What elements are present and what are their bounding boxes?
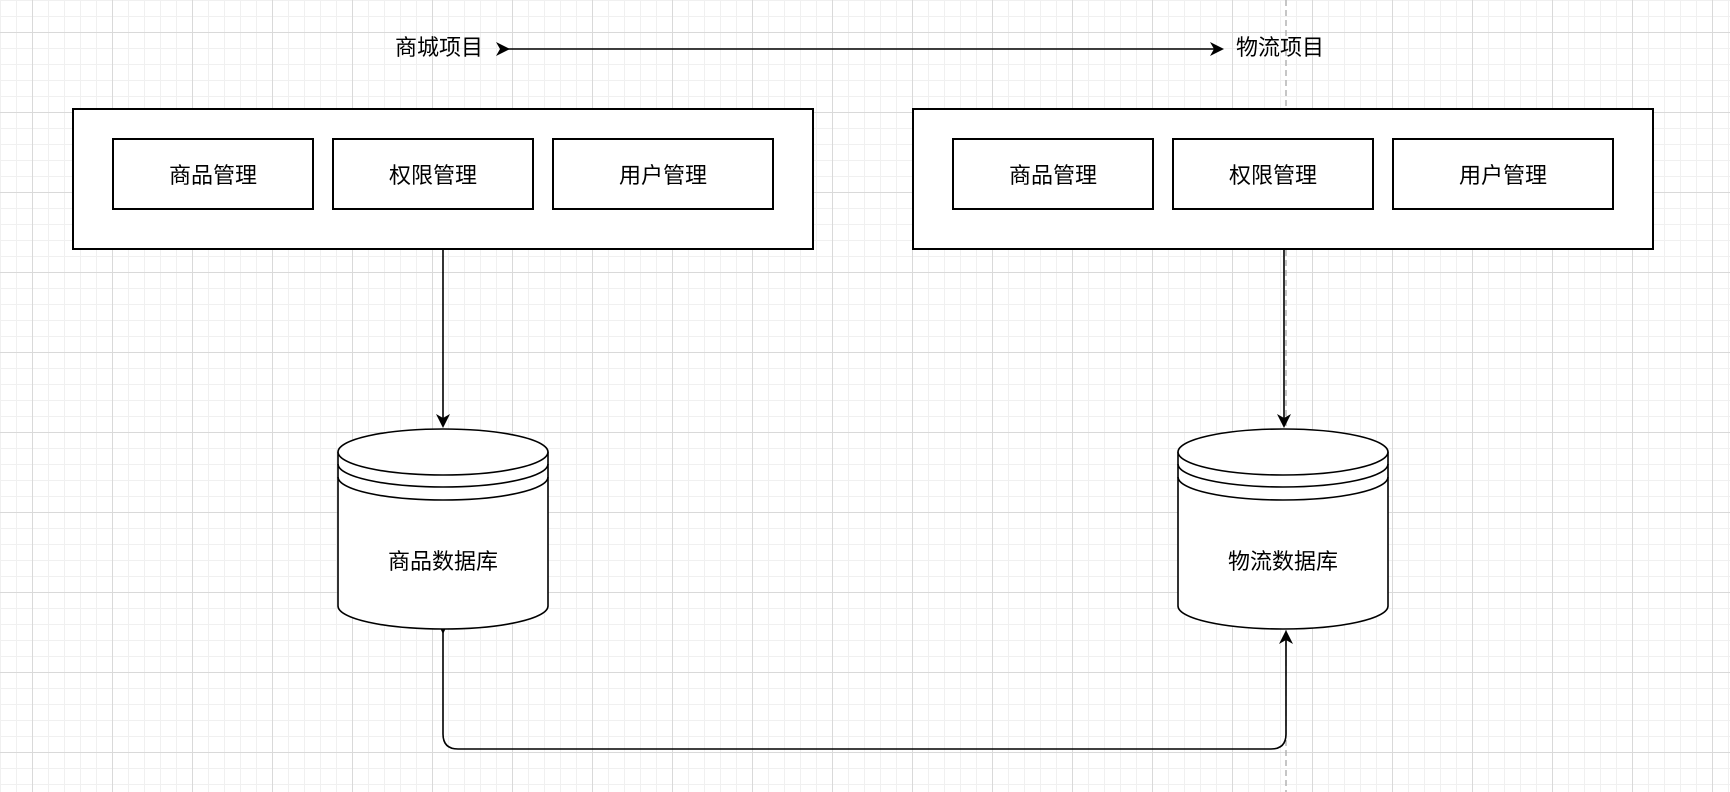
mall-project-title: 商城项目 — [395, 36, 484, 61]
mall-module-user-management[interactable]: 用户管理 — [552, 138, 774, 210]
diagram-canvas: 商城项目 物流项目 商品管理 权限管理 用户管理 商品管理 权限管理 用户管理 … — [0, 0, 1730, 792]
databases-bidirectional-connector[interactable] — [436, 620, 1293, 750]
mall-module-product-management[interactable]: 商品管理 — [112, 138, 314, 210]
mall-database-label: 商品数据库 — [387, 550, 498, 575]
logistics-module-product-management[interactable]: 商品管理 — [952, 138, 1154, 210]
mall-project-container[interactable]: 商品管理 权限管理 用户管理 — [72, 108, 814, 250]
logistics-project-container[interactable]: 商品管理 权限管理 用户管理 — [912, 108, 1654, 250]
logistics-database-label: 物流数据库 — [1227, 550, 1338, 575]
logistics-module-user-management[interactable]: 用户管理 — [1392, 138, 1614, 210]
logistics-project-title: 物流项目 — [1236, 36, 1325, 61]
logistics-database-cylinder[interactable] — [1177, 428, 1389, 630]
logistics-module-permission-management[interactable]: 权限管理 — [1172, 138, 1374, 210]
mall-database-cylinder[interactable] — [337, 428, 549, 630]
mall-module-permission-management[interactable]: 权限管理 — [332, 138, 534, 210]
